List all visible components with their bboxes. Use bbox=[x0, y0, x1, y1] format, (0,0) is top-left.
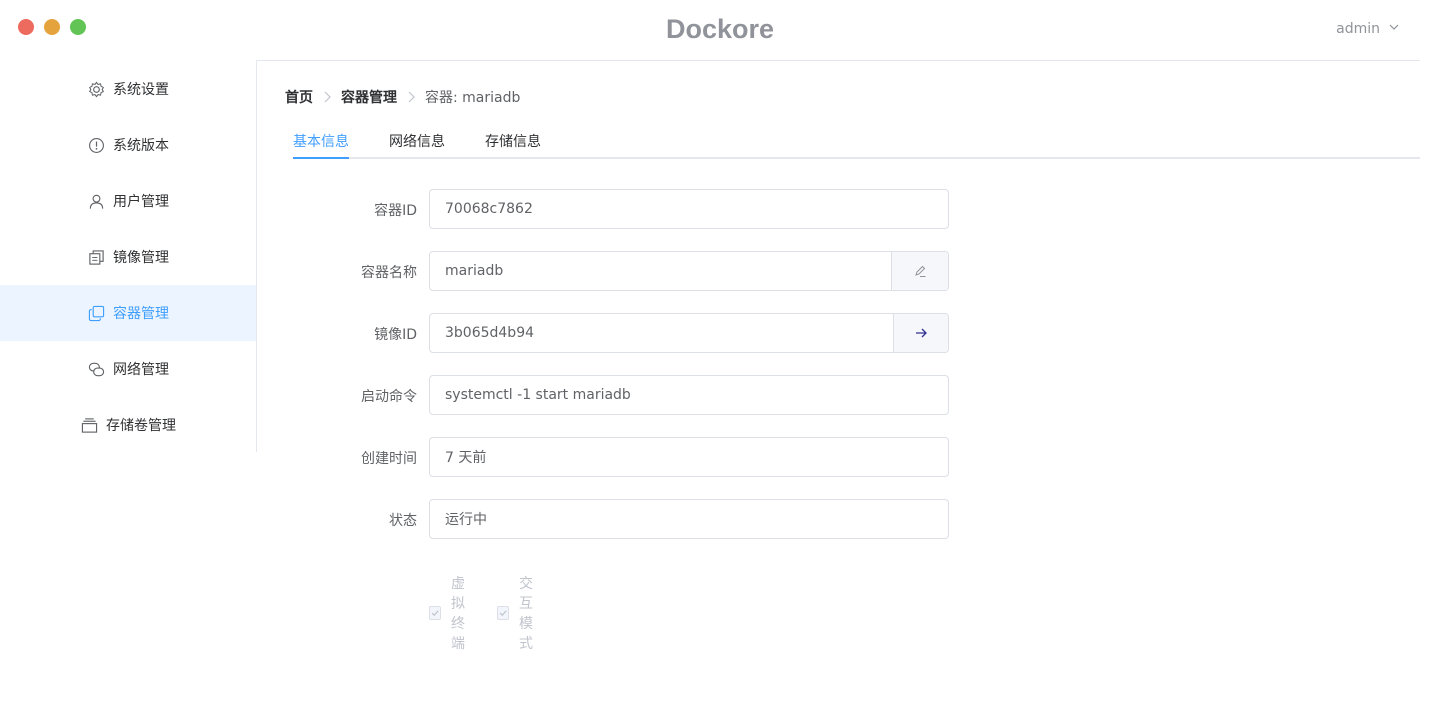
user-name: admin bbox=[1336, 21, 1380, 37]
form-row-container-name: 容器名称 bbox=[257, 251, 957, 291]
container-id-label: 容器ID bbox=[374, 203, 417, 219]
form-row-status: 状态 bbox=[257, 499, 957, 539]
container-id-field bbox=[429, 189, 949, 229]
user-menu[interactable]: admin bbox=[1336, 21, 1400, 37]
container-name-field bbox=[429, 251, 949, 291]
header-divider bbox=[256, 60, 1420, 61]
container-name-input[interactable] bbox=[430, 252, 891, 290]
goto-image-button[interactable] bbox=[893, 314, 948, 352]
status-label: 状态 bbox=[389, 513, 417, 529]
tab-bar: 基本信息 网络信息 存储信息 bbox=[293, 119, 1420, 159]
form-row-container-id: 容器ID bbox=[257, 189, 957, 229]
status-field bbox=[429, 499, 949, 539]
sidebar-item-label: 系统设置 bbox=[113, 82, 169, 98]
tab-basic-info[interactable]: 基本信息 bbox=[293, 131, 349, 151]
active-tab-indicator bbox=[293, 157, 349, 159]
sidebar-item-label: 用户管理 bbox=[113, 194, 169, 210]
form-row-image-id: 镜像ID bbox=[257, 313, 957, 353]
arrow-right-icon bbox=[916, 328, 927, 338]
breadcrumb: 首页 容器管理 容器: mariadb bbox=[285, 87, 520, 107]
image-id-input[interactable] bbox=[430, 314, 893, 352]
sidebar-item-volume-management[interactable]: 存储卷管理 bbox=[0, 397, 256, 453]
sidebar-item-label: 容器管理 bbox=[113, 306, 169, 322]
sidebar-item-label: 镜像管理 bbox=[113, 250, 169, 266]
chevron-right-icon bbox=[322, 91, 332, 103]
checkbox-checked-icon bbox=[429, 606, 441, 620]
interactive-checkbox[interactable]: 交互模式 bbox=[497, 573, 535, 653]
copy-icon bbox=[87, 304, 105, 322]
chat-icon bbox=[87, 360, 105, 378]
edit-name-button[interactable] bbox=[891, 252, 948, 290]
sidebar-item-system-version[interactable]: 系统版本 bbox=[0, 117, 256, 173]
sidebar-item-network-management[interactable]: 网络管理 bbox=[0, 341, 256, 397]
option-checkboxes: 虚拟终端 交互模式 bbox=[429, 573, 535, 653]
command-label: 启动命令 bbox=[361, 389, 417, 405]
created-label: 创建时间 bbox=[361, 451, 417, 467]
command-input[interactable] bbox=[430, 376, 948, 414]
sidebar-item-user-management[interactable]: 用户管理 bbox=[0, 173, 256, 229]
image-id-label: 镜像ID bbox=[374, 327, 417, 343]
chevron-right-icon bbox=[406, 91, 416, 103]
created-input[interactable] bbox=[430, 438, 948, 476]
tab-network-info[interactable]: 网络信息 bbox=[389, 131, 445, 151]
chevron-down-icon bbox=[1388, 21, 1400, 37]
interactive-checkbox-label: 交互模式 bbox=[519, 576, 533, 652]
box-icon bbox=[80, 416, 98, 434]
tab-storage-info[interactable]: 存储信息 bbox=[485, 131, 541, 151]
image-id-field bbox=[429, 313, 949, 353]
tty-checkbox[interactable]: 虚拟终端 bbox=[429, 573, 467, 653]
edit-icon bbox=[915, 265, 926, 277]
gear-icon bbox=[87, 80, 105, 98]
created-field bbox=[429, 437, 949, 477]
app-title: Dockore bbox=[665, 14, 775, 44]
sidebar-item-label: 系统版本 bbox=[113, 138, 169, 154]
tty-checkbox-label: 虚拟终端 bbox=[451, 576, 465, 652]
sidebar-item-label: 网络管理 bbox=[113, 362, 169, 378]
form-row-created: 创建时间 bbox=[257, 437, 957, 477]
form-row-command: 启动命令 bbox=[257, 375, 957, 415]
info-icon bbox=[87, 136, 105, 154]
sidebar: 系统设置 系统版本 用户管理 镜像管理 容器管理 网络管理 存储卷管理 bbox=[0, 61, 257, 452]
status-input[interactable] bbox=[430, 500, 948, 538]
container-name-label: 容器名称 bbox=[361, 265, 417, 281]
breadcrumb-current: 容器: mariadb bbox=[425, 90, 521, 106]
user-icon bbox=[87, 192, 105, 210]
sidebar-item-label: 存储卷管理 bbox=[106, 418, 176, 434]
breadcrumb-home[interactable]: 首页 bbox=[285, 87, 313, 107]
breadcrumb-container-management[interactable]: 容器管理 bbox=[341, 87, 397, 107]
container-id-input[interactable] bbox=[430, 190, 948, 228]
files-icon bbox=[87, 248, 105, 266]
checkbox-checked-icon bbox=[497, 606, 509, 620]
sidebar-item-image-management[interactable]: 镜像管理 bbox=[0, 229, 256, 285]
command-field bbox=[429, 375, 949, 415]
sidebar-item-system-settings[interactable]: 系统设置 bbox=[0, 61, 256, 117]
sidebar-item-container-management[interactable]: 容器管理 bbox=[0, 285, 256, 341]
